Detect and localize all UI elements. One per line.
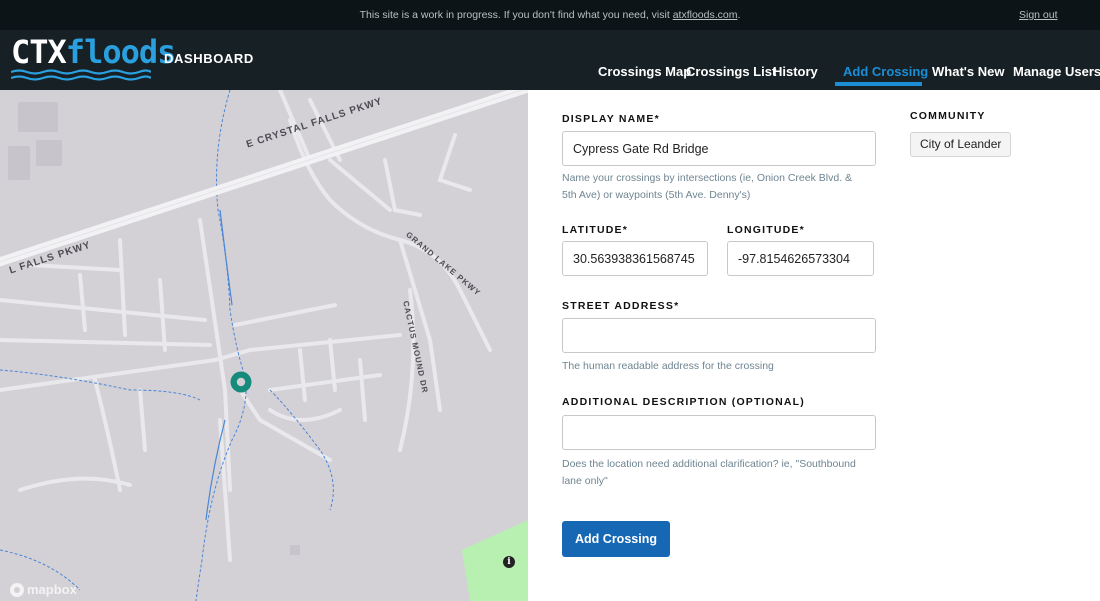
map-canvas	[0, 90, 528, 601]
latitude-label: LATITUDE*	[562, 224, 629, 236]
display-name-input[interactable]	[562, 131, 876, 166]
mapbox-logo-icon	[10, 582, 24, 597]
logo-ctx-text: CTX	[11, 33, 67, 71]
additional-description-help: Does the location need additional clarif…	[562, 458, 856, 487]
nav-add-crossing[interactable]: Add Crossing	[843, 64, 928, 79]
mapbox-attribution-text: mapbox	[27, 582, 77, 597]
atxfloods-link[interactable]: atxfloods.com	[673, 9, 738, 21]
additional-description-input[interactable]	[562, 415, 876, 450]
nav-history[interactable]: History	[773, 64, 818, 79]
info-icon[interactable]: i	[503, 556, 515, 568]
app-header: CTXfloods DASHBOARD Crossings Map Crossi…	[0, 30, 1100, 90]
sign-out-link[interactable]: Sign out	[1019, 9, 1058, 21]
nav-crossings-map[interactable]: Crossings Map	[598, 64, 691, 79]
map-view[interactable]: E CRYSTAL FALLS PKWY L FALLS PKWY GRAND …	[0, 90, 528, 601]
community-value[interactable]: City of Leander	[910, 132, 1012, 157]
notice-text-end: .	[737, 9, 741, 21]
ctxfloods-logo[interactable]: CTXfloods	[11, 36, 176, 82]
display-name-label: DISPLAY NAME*	[562, 113, 660, 125]
notice-text: This site is a work in progress. If you …	[359, 9, 673, 21]
street-address-label: STREET ADDRESS*	[562, 300, 680, 312]
notice-message: This site is a work in progress. If you …	[0, 9, 1100, 21]
mapbox-attribution[interactable]: mapbox	[10, 582, 77, 597]
nav-whats-new[interactable]: What's New	[932, 64, 1004, 79]
street-address-input[interactable]	[562, 318, 876, 353]
logo-waves-icon	[11, 69, 151, 81]
display-name-help: Name your crossings by intersections (ie…	[562, 172, 853, 201]
crossing-marker[interactable]	[230, 371, 252, 393]
active-tab-indicator	[835, 82, 922, 86]
logo-floods-text: floods	[65, 33, 177, 71]
street-address-help: The human readable address for the cross…	[562, 360, 774, 372]
longitude-input[interactable]	[727, 241, 874, 276]
longitude-label: LONGITUDE*	[727, 224, 805, 236]
community-label: COMMUNITY	[910, 110, 986, 122]
dashboard-title: DASHBOARD	[164, 51, 254, 66]
logo-wordmark: CTXfloods	[11, 33, 177, 71]
nav-manage-users[interactable]: Manage Users	[1013, 64, 1100, 79]
latitude-input[interactable]	[562, 241, 708, 276]
nav-crossings-list[interactable]: Crossings List	[686, 64, 776, 79]
additional-description-label: ADDITIONAL DESCRIPTION (OPTIONAL)	[562, 396, 805, 408]
notice-bar: This site is a work in progress. If you …	[0, 0, 1100, 30]
add-crossing-button[interactable]: Add Crossing	[562, 521, 670, 557]
